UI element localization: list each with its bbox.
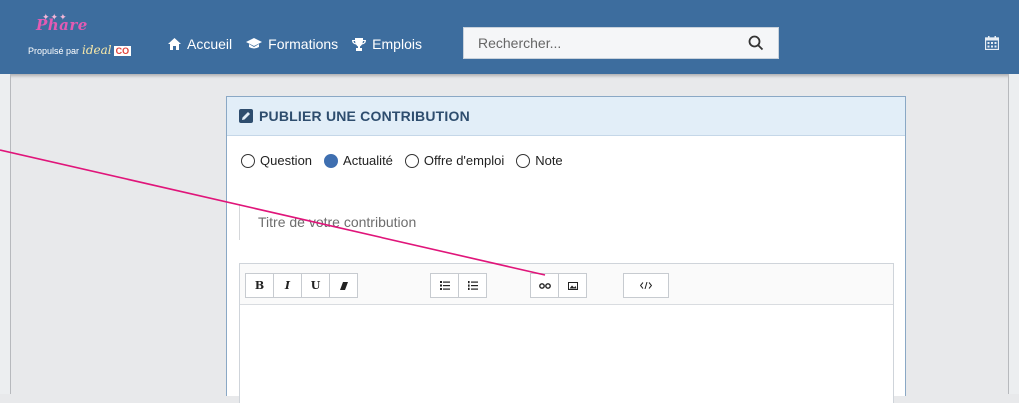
- callout-pointer-line: [0, 149, 546, 276]
